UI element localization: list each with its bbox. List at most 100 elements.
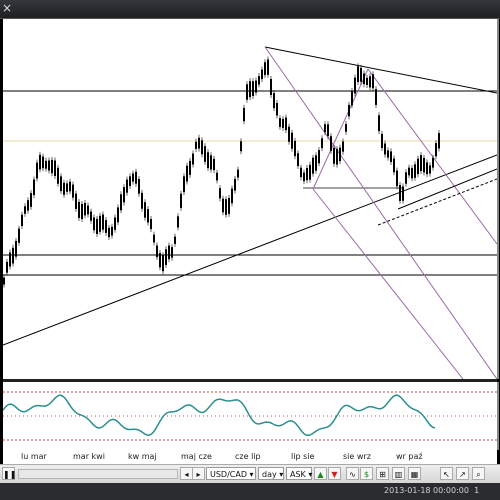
candle-body xyxy=(36,162,38,179)
candle-body xyxy=(360,67,362,82)
candle-body xyxy=(426,162,428,175)
candle-body xyxy=(240,141,242,152)
symbol-select[interactable]: USD/CAD ▾ xyxy=(206,467,256,480)
rising-line-dashed[interactable] xyxy=(377,178,497,226)
candle-body xyxy=(369,76,371,88)
price-type-value: ASK xyxy=(290,470,306,479)
candle-body xyxy=(102,214,104,230)
candle-body xyxy=(159,253,161,268)
price-type-select[interactable]: ASK ▾ xyxy=(286,467,312,480)
candle-body xyxy=(381,133,383,148)
candle-body xyxy=(273,93,275,109)
price-chart-svg xyxy=(3,46,497,379)
candle-body xyxy=(246,84,248,100)
candle-body xyxy=(174,236,176,244)
candle-body xyxy=(180,193,182,208)
candle-body xyxy=(150,219,152,230)
candle-body xyxy=(216,172,218,181)
candle-body xyxy=(270,79,272,95)
candle-body xyxy=(300,167,302,178)
down-arrow-icon[interactable]: ▼ xyxy=(328,467,341,480)
candle-body xyxy=(339,147,341,162)
dollar-icon[interactable]: $ xyxy=(360,467,373,480)
oscillator-pane[interactable] xyxy=(3,382,499,450)
status-trailing: 1 xyxy=(474,486,480,495)
candle-body xyxy=(96,218,98,234)
candle-body xyxy=(117,207,119,223)
candle-body xyxy=(357,66,359,82)
next-icon[interactable]: ▸ xyxy=(192,467,205,480)
chart-scrollbar[interactable] xyxy=(18,469,178,479)
chart-type-icon[interactable]: ⊞ xyxy=(376,467,389,480)
candle-body xyxy=(291,132,293,149)
candle-body xyxy=(222,198,224,213)
time-axis-label: maj cze xyxy=(181,452,212,461)
channel-baseline[interactable] xyxy=(312,68,369,190)
candle-body xyxy=(6,261,8,273)
candle-body xyxy=(138,179,140,194)
candle-body xyxy=(267,59,269,75)
candle-body xyxy=(111,226,113,236)
up-arrow-icon[interactable]: ▲ xyxy=(314,467,327,480)
candle-body xyxy=(75,193,77,209)
candle-body xyxy=(231,188,233,204)
draw-tool-icon[interactable]: ↗ xyxy=(456,467,469,480)
candle-body xyxy=(297,153,299,166)
price-chart[interactable] xyxy=(3,19,499,379)
candle-body xyxy=(282,118,284,128)
candle-body xyxy=(60,176,62,192)
candle-body xyxy=(342,141,344,152)
cursor-icon[interactable]: ↖ xyxy=(440,467,453,480)
candle-body xyxy=(234,178,236,191)
zoom-icon[interactable]: ⌕ xyxy=(472,467,485,480)
candle-body xyxy=(126,179,128,193)
candle-body xyxy=(57,167,59,184)
candle-body xyxy=(402,186,404,201)
candle-body xyxy=(66,183,68,192)
status-bar: 2013-01-18 00:00:00 1 xyxy=(0,483,500,500)
candle-body xyxy=(15,240,17,257)
candle-body xyxy=(438,133,440,149)
candle-body xyxy=(255,80,257,93)
channel-line-upper[interactable] xyxy=(264,46,497,379)
candle-body xyxy=(171,247,173,258)
candle-body xyxy=(252,81,254,96)
time-axis-label: lip sie xyxy=(291,452,315,461)
uptrend-line[interactable] xyxy=(3,154,497,346)
candle-body xyxy=(114,217,116,230)
candle-body xyxy=(258,76,260,85)
candle-body xyxy=(72,184,74,198)
candle-body xyxy=(90,211,92,221)
oscillator-line xyxy=(3,394,436,437)
grid-icon[interactable]: ▦ xyxy=(408,467,421,480)
candle-body xyxy=(87,205,89,215)
candle-body xyxy=(309,164,311,180)
candle-body xyxy=(363,73,365,85)
time-axis: lu mar mar kwi kw maj maj cze cze lip li… xyxy=(3,450,497,464)
candle-body xyxy=(219,188,221,199)
candle-body xyxy=(318,150,320,164)
candle-body xyxy=(348,104,350,117)
candle-body xyxy=(198,137,200,149)
candle-body xyxy=(195,141,197,149)
candle-body xyxy=(417,158,419,175)
candle-body xyxy=(162,255,164,272)
candle-body xyxy=(48,160,50,171)
channel-line-lower[interactable] xyxy=(312,188,464,379)
candle-body xyxy=(84,203,86,216)
candle-body xyxy=(261,69,263,80)
candle-body xyxy=(228,198,230,214)
candle-body xyxy=(324,124,326,133)
candle-body xyxy=(327,124,329,137)
bar-chart-icon[interactable]: ▥ xyxy=(392,467,405,480)
candle-body xyxy=(336,149,338,165)
indicator-icon[interactable]: ∿ xyxy=(346,467,359,480)
candle-body xyxy=(315,155,317,171)
close-icon[interactable]: × xyxy=(2,1,12,15)
candle-body xyxy=(207,152,209,169)
candle-body xyxy=(351,91,353,106)
timeframe-select[interactable]: day ▾ xyxy=(258,467,284,480)
pause-icon[interactable]: ❚❚ xyxy=(2,467,16,480)
candle-body xyxy=(237,169,239,178)
candle-body xyxy=(249,81,251,98)
